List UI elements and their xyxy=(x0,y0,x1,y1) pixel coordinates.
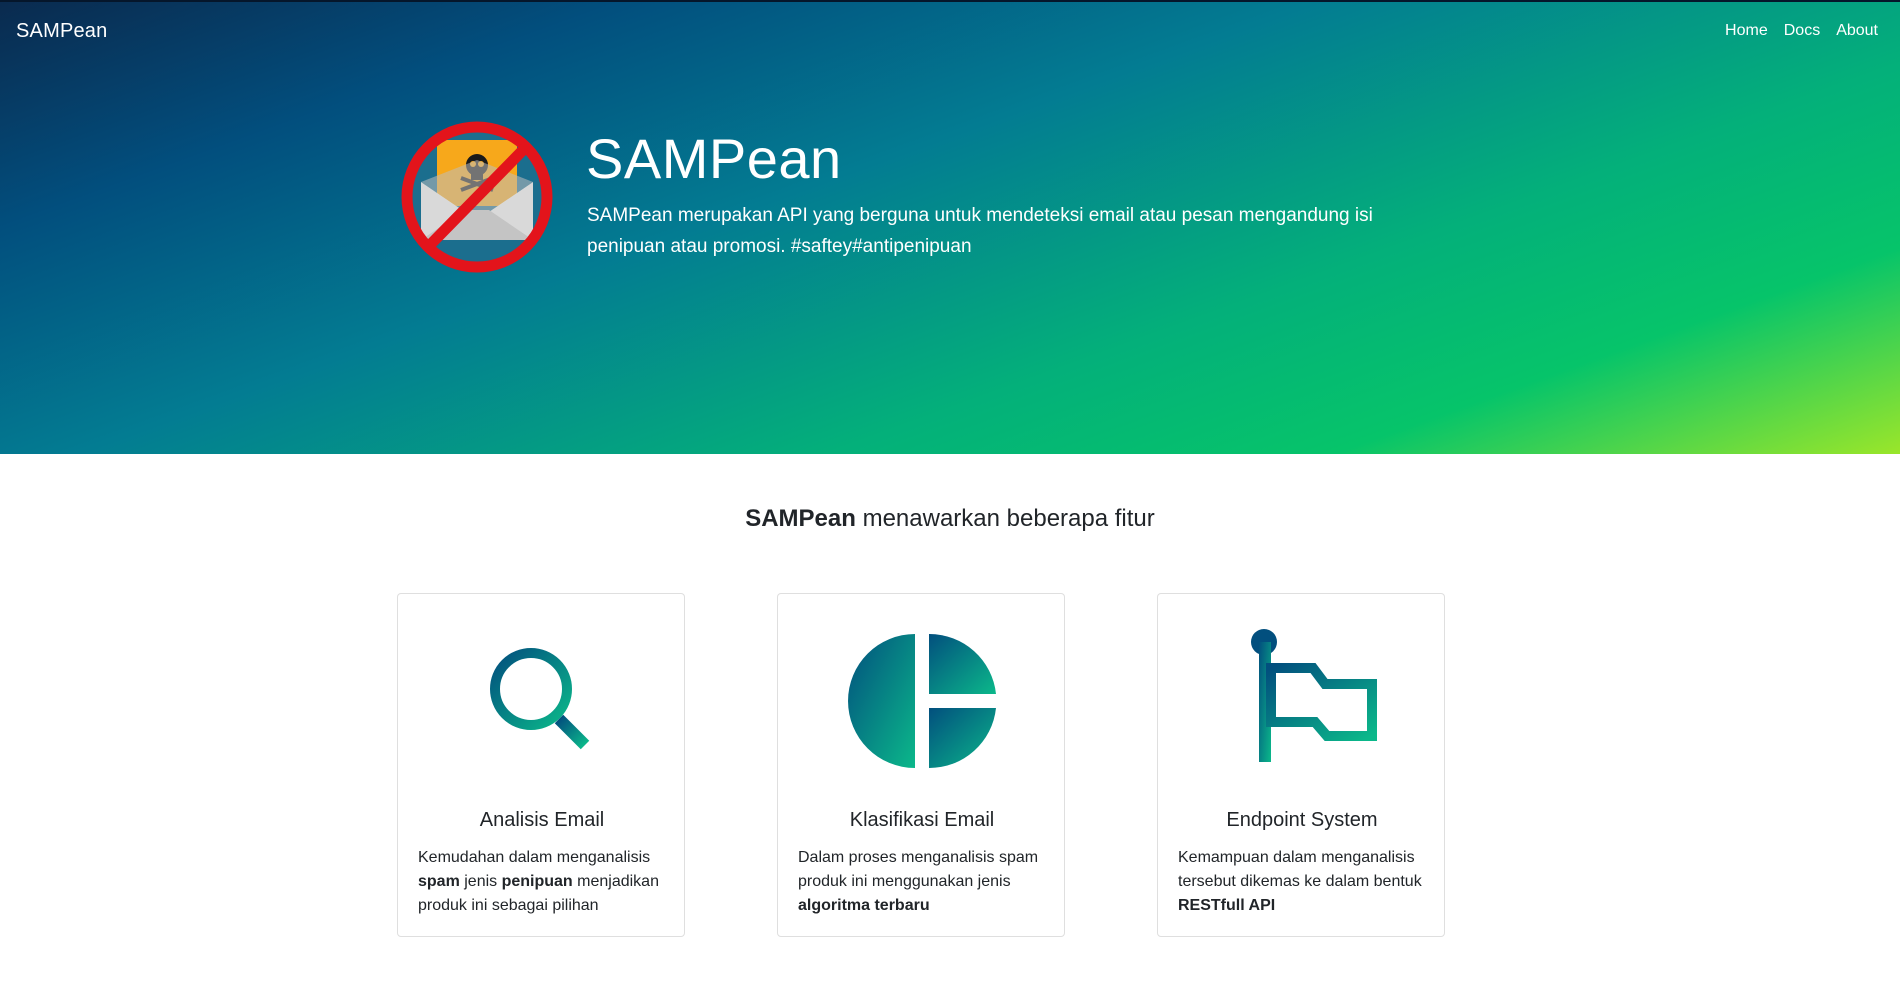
search-icon xyxy=(490,648,590,750)
feature-card-klasifikasi: Klasifikasi Email Dalam proses menganali… xyxy=(777,593,1065,937)
nav-link-docs[interactable]: Docs xyxy=(1784,22,1820,40)
pie-chart-icon xyxy=(848,633,996,769)
card-text: Kemudahan dalam menganalisis spam jenis … xyxy=(418,849,659,914)
hero-section: SAMPean Home Docs About SAMPean SAMPean … xyxy=(0,0,1900,454)
flag-icon xyxy=(1251,629,1377,762)
nav-links: Home Docs About xyxy=(1725,22,1878,40)
no-spam-envelope-icon xyxy=(395,120,559,274)
feature-card-analisis: Analisis Email Kemudahan dalam menganali… xyxy=(397,593,685,937)
card-title: Analisis Email xyxy=(479,809,605,831)
hero-title: SAMPean xyxy=(586,127,842,190)
navbar-brand[interactable]: SAMPean xyxy=(16,20,107,43)
nav-link-home[interactable]: Home xyxy=(1725,22,1768,40)
features-heading: SAMPean menawarkan beberapa fitur xyxy=(0,505,1900,533)
features-heading-bold: SAMPean xyxy=(745,505,856,532)
features-heading-text: menawarkan beberapa fitur xyxy=(855,505,1155,532)
navbar: SAMPean Home Docs About xyxy=(0,0,1900,64)
hero-description: SAMPean merupakan API yang berguna untuk… xyxy=(587,205,1373,257)
feature-card-endpoint: Endpoint System Kemampuan dalam menganal… xyxy=(1157,593,1445,937)
card-title: Endpoint System xyxy=(1226,809,1378,831)
card-text: Kemampuan dalam menganalisis tersebut di… xyxy=(1178,849,1422,914)
nav-link-about[interactable]: About xyxy=(1836,22,1878,40)
card-text: Dalam proses menganalisis spam produk in… xyxy=(798,849,1039,914)
card-title: Klasifikasi Email xyxy=(849,809,995,831)
